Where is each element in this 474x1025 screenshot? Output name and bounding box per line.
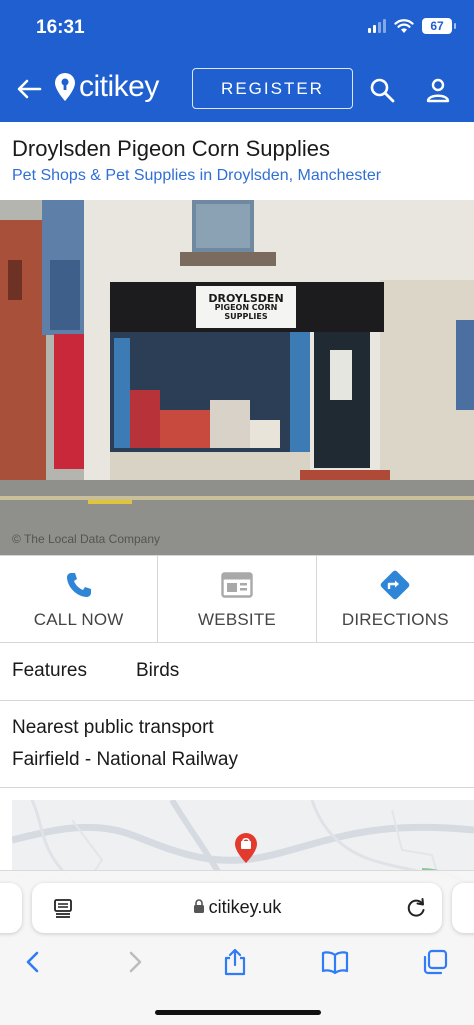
next-tab-preview[interactable] [452, 883, 474, 933]
shop-sign: DROYLSDEN PIGEON CORN SUPPLIES [196, 286, 296, 328]
features-value: Birds [136, 660, 180, 681]
features-row: Features Birds [0, 643, 474, 701]
address-bar[interactable]: citikey.uk [32, 883, 442, 933]
browser-forward-icon[interactable] [120, 947, 150, 977]
shop-sign-line-3: SUPPLIES [224, 311, 268, 321]
features-label: Features [12, 660, 87, 681]
status-time: 16:31 [36, 17, 85, 38]
website-button[interactable]: WEBSITE [157, 556, 315, 642]
status-icons: 67 [368, 18, 456, 34]
phone-icon [62, 568, 96, 602]
directions-icon [378, 568, 412, 602]
website-label: WEBSITE [198, 610, 276, 629]
action-bar: CALL NOW WEBSITE DIRECTIONS [0, 555, 474, 643]
directions-button[interactable]: DIRECTIONS [315, 556, 474, 642]
battery-icon: 67 [422, 18, 456, 34]
transport-heading: Nearest public transport [12, 717, 214, 738]
transport-section: Nearest public transport Fairfield - Nat… [0, 701, 474, 788]
business-title: Droylsden Pigeon Corn Supplies [12, 136, 330, 161]
photo-credit: © The Local Data Company [12, 532, 161, 546]
location-pin-icon [55, 73, 75, 101]
call-now-label: CALL NOW [33, 610, 124, 629]
citikey-logo[interactable]: citikey [54, 70, 159, 104]
directions-label: DIRECTIONS [341, 610, 449, 629]
cellular-signal-icon [368, 19, 386, 33]
previous-tab-preview[interactable] [0, 883, 22, 933]
back-arrow-icon[interactable] [14, 74, 44, 104]
share-icon[interactable] [220, 947, 250, 977]
storefront-photo: DROYLSDEN PIGEON CORN SUPPLIES [0, 200, 474, 555]
wifi-icon [394, 18, 414, 33]
url-display: citikey.uk [32, 897, 442, 918]
home-indicator [155, 1010, 321, 1015]
tabs-icon[interactable] [420, 947, 450, 977]
status-bar: 16:31 67 [0, 0, 474, 56]
transport-value: Fairfield - National Railway [12, 749, 238, 770]
account-icon[interactable] [424, 76, 452, 104]
storefront-illustration [0, 200, 474, 555]
reload-icon[interactable] [404, 896, 428, 920]
website-icon [220, 568, 254, 602]
url-text: citikey.uk [208, 897, 282, 917]
browser-toolbar [0, 943, 474, 983]
lock-icon [193, 899, 204, 913]
browser-back-icon[interactable] [18, 947, 48, 977]
logo-text: citikey [79, 70, 159, 103]
app-header: citikey REGISTER [0, 56, 474, 122]
call-now-button[interactable]: CALL NOW [0, 556, 157, 642]
search-icon[interactable] [368, 76, 396, 104]
register-button[interactable]: REGISTER [192, 68, 353, 109]
map-pin-icon [235, 833, 257, 863]
bookmarks-icon[interactable] [320, 947, 350, 977]
business-category-link[interactable]: Pet Shops & Pet Supplies in Droylsden, M… [12, 167, 381, 185]
browser-bottom-bar: citikey.uk [0, 870, 474, 1025]
